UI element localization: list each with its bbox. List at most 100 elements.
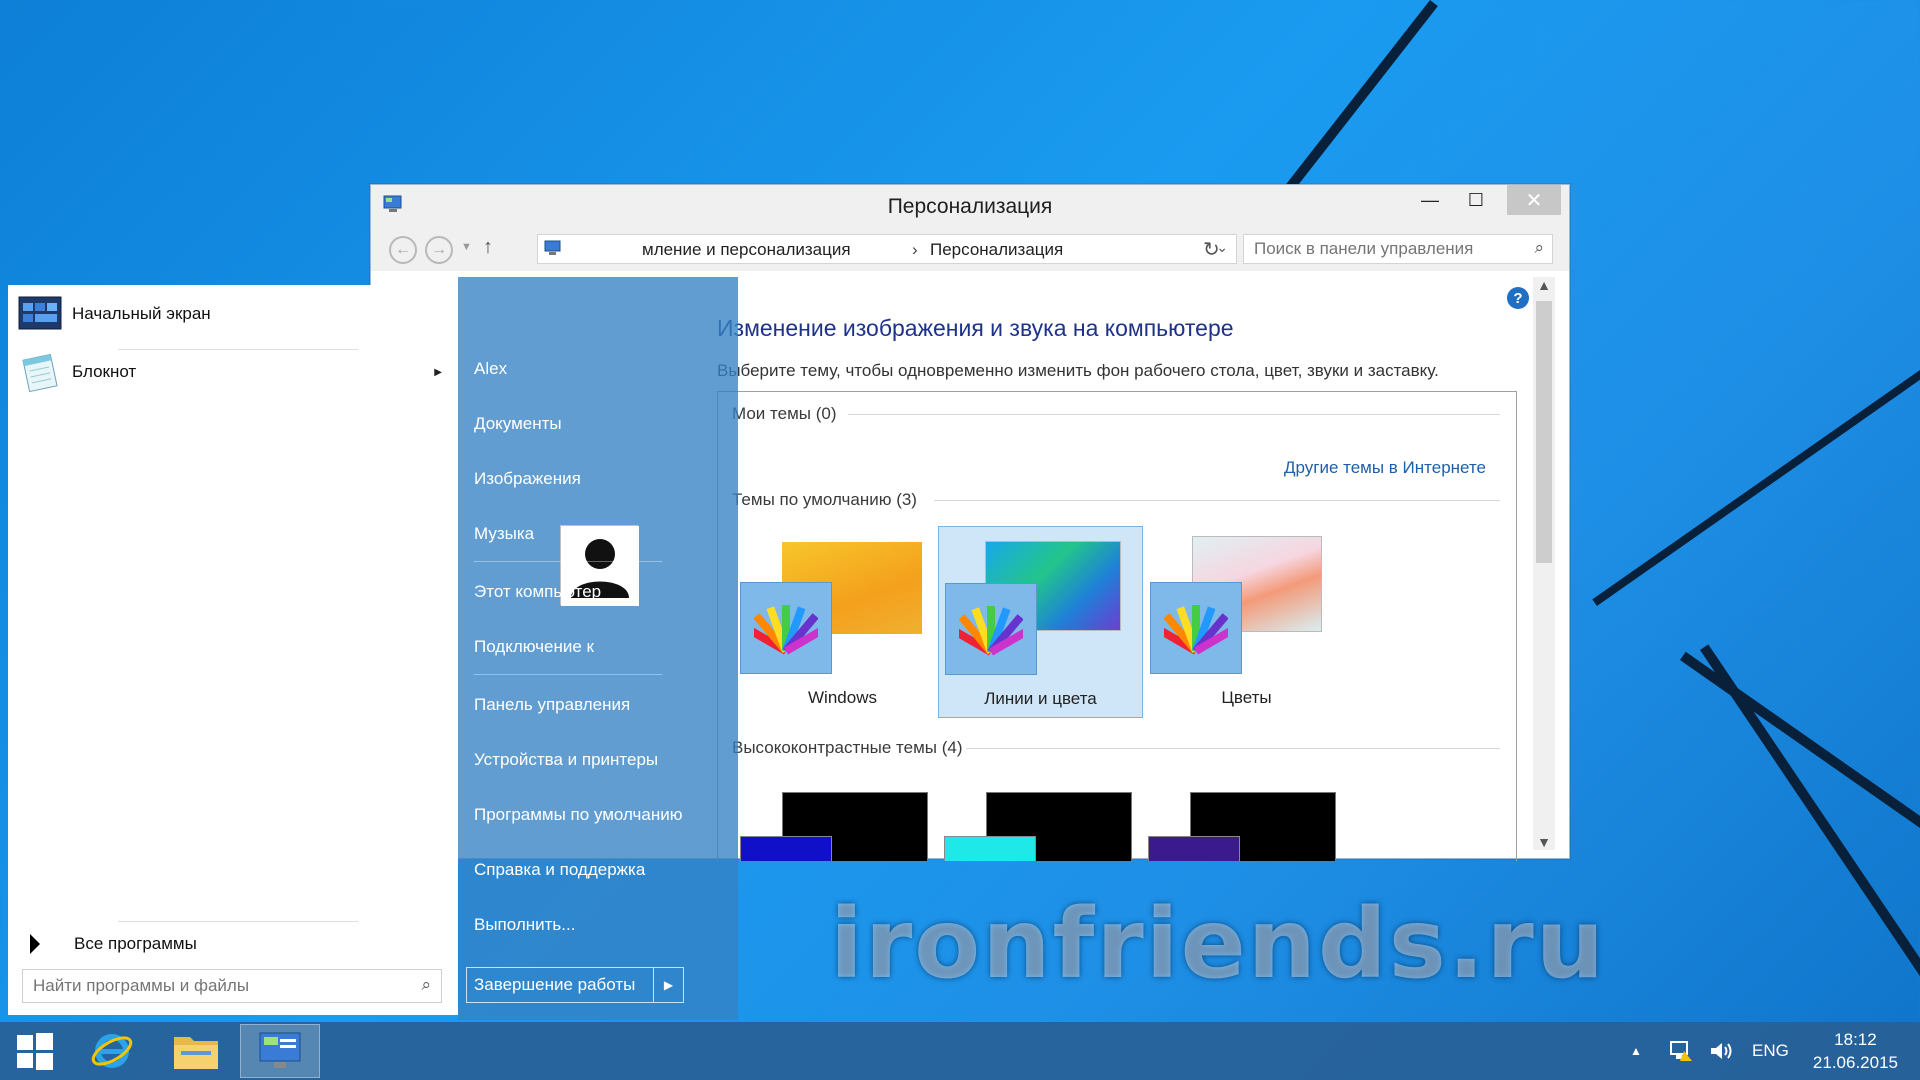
start-item-start-screen[interactable]: Начальный экран <box>12 289 448 339</box>
breadcrumb-separator-icon[interactable]: › <box>912 240 918 260</box>
start-item-notepad[interactable]: Блокнот ▶ <box>12 347 448 397</box>
all-programs-label: Все программы <box>74 934 197 953</box>
divider <box>474 561 662 562</box>
language-indicator[interactable]: ENG <box>1752 1022 1789 1080</box>
high-contrast-header: Высококонтрастные темы (4) <box>732 738 963 757</box>
theme-high-contrast-3[interactable] <box>1148 792 1336 861</box>
theme-high-contrast-1[interactable] <box>740 792 928 861</box>
scroll-down-icon[interactable]: ▼ <box>1533 834 1555 850</box>
start-item-label: Блокнот <box>72 362 137 381</box>
color-swatch <box>1148 836 1240 861</box>
breadcrumb-appearance[interactable]: мление и персонализация <box>642 240 851 260</box>
navigation-bar: ← → ▼ ↑ мление и персонализация › Персон… <box>371 227 1569 271</box>
clock-time: 18:12 <box>1834 1030 1877 1049</box>
folder-icon <box>174 1037 218 1069</box>
control-panel-icon <box>259 1032 301 1068</box>
start-link-documents[interactable]: Документы <box>474 414 562 434</box>
volume-icon[interactable] <box>1708 1022 1734 1080</box>
start-link-help-support[interactable]: Справка и поддержка <box>474 860 645 880</box>
page-heading: Изменение изображения и звука на компьют… <box>717 315 1234 341</box>
up-arrow-icon[interactable]: ↑ <box>483 236 493 259</box>
notepad-icon <box>18 353 62 393</box>
start-link-connect-to[interactable]: Подключение к <box>474 637 594 657</box>
default-themes-header: Темы по умолчанию (3) <box>732 490 917 509</box>
search-icon[interactable]: ⌕ <box>1534 238 1544 258</box>
back-button[interactable]: ← <box>389 236 417 264</box>
search-icon[interactable]: ⌕ <box>421 975 431 995</box>
search-input[interactable] <box>1244 235 1514 263</box>
close-button[interactable]: ✕ <box>1507 185 1561 215</box>
network-icon[interactable] <box>1668 1022 1694 1080</box>
taskbar-control-panel[interactable] <box>240 1024 320 1078</box>
all-programs-button[interactable]: Все программы <box>22 929 197 959</box>
scroll-up-icon[interactable]: ▲ <box>1533 277 1555 293</box>
start-link-devices-printers[interactable]: Устройства и принтеры <box>474 750 658 770</box>
clock[interactable]: 18:12 21.06.2015 <box>1813 1028 1898 1074</box>
address-bar[interactable]: мление и персонализация › Персонализация… <box>537 234 1237 264</box>
theme-high-contrast-2[interactable] <box>944 792 1132 861</box>
start-link-this-pc[interactable]: Этот компьютер <box>474 582 601 602</box>
theme-flowers[interactable]: Цветы <box>1144 526 1349 718</box>
vertical-scrollbar[interactable]: ▲ ▼ <box>1533 277 1555 850</box>
color-palette-icon <box>1150 582 1242 674</box>
theme-windows[interactable]: Windows <box>740 526 945 718</box>
start-link-user[interactable]: Alex <box>474 359 507 379</box>
shutdown-label: Завершение работы <box>474 975 636 994</box>
color-swatch <box>740 836 832 861</box>
internet-explorer-icon <box>91 1034 133 1068</box>
color-palette-icon <box>945 583 1037 675</box>
start-link-control-panel[interactable]: Панель управления <box>474 695 630 715</box>
minimize-button[interactable]: — <box>1407 185 1453 215</box>
color-palette-icon <box>740 582 832 674</box>
divider <box>118 921 358 922</box>
title-bar[interactable]: Персонализация — ☐ ✕ <box>371 185 1569 227</box>
refresh-icon[interactable]: ↻ <box>1203 237 1220 262</box>
taskbar-internet-explorer[interactable] <box>76 1024 148 1078</box>
show-hidden-icons-button[interactable]: ▲ <box>1630 1022 1642 1080</box>
shutdown-options-arrow-icon[interactable]: ▶ <box>653 968 683 1002</box>
chevron-up-icon: ▲ <box>1630 1044 1642 1058</box>
scroll-thumb[interactable] <box>1536 301 1552 563</box>
taskbar: ▲ ENG 18:12 21.06.2015 <box>0 1022 1920 1080</box>
themes-list: Мои темы (0) Другие темы в Интернете Тем… <box>717 391 1517 861</box>
taskbar-file-explorer[interactable] <box>160 1024 232 1078</box>
breadcrumb-personalization[interactable]: Персонализация <box>930 240 1063 260</box>
more-themes-link[interactable]: Другие темы в Интернете <box>1284 458 1486 478</box>
help-icon[interactable]: ? <box>1507 287 1529 309</box>
start-link-default-programs[interactable]: Программы по умолчанию <box>474 805 683 825</box>
my-themes-header: Мои темы (0) <box>732 404 837 423</box>
divider <box>934 500 1500 501</box>
desktop-wallpaper-line <box>1592 370 1920 606</box>
watermark: ironfriends.ru <box>830 888 1607 1000</box>
shutdown-button[interactable]: Завершение работы ▶ <box>466 967 684 1003</box>
page-description: Выберите тему, чтобы одновременно измени… <box>717 361 1439 380</box>
theme-label: Цветы <box>1221 688 1272 707</box>
control-panel-icon <box>544 240 562 261</box>
start-menu-programs: Начальный экран Блокнот ▶ Все программы … <box>8 285 458 1015</box>
start-item-label: Начальный экран <box>72 304 211 323</box>
theme-label: Windows <box>808 688 877 707</box>
theme-label: Линии и цвета <box>984 689 1097 708</box>
start-menu: Начальный экран Блокнот ▶ Все программы … <box>0 277 738 1020</box>
control-panel-search[interactable]: ⌕ <box>1243 234 1553 264</box>
expand-arrow-icon <box>30 934 40 954</box>
divider <box>474 674 662 675</box>
start-search-input[interactable] <box>23 970 393 1002</box>
start-button[interactable] <box>0 1024 70 1078</box>
start-link-pictures[interactable]: Изображения <box>474 469 581 489</box>
start-link-music[interactable]: Музыка <box>474 524 534 544</box>
maximize-button[interactable]: ☐ <box>1453 185 1499 215</box>
desktop-wallpaper-line <box>1680 651 1920 850</box>
windows-logo-icon <box>17 1033 53 1070</box>
start-link-run[interactable]: Выполнить... <box>474 915 575 935</box>
forward-button[interactable]: → <box>425 236 453 264</box>
submenu-arrow-icon[interactable]: ▶ <box>434 367 442 378</box>
window-title: Персонализация <box>887 195 1053 218</box>
recent-locations-chevron-icon[interactable]: ▼ <box>461 241 472 253</box>
color-swatch <box>944 836 1036 861</box>
start-screen-icon <box>18 295 62 333</box>
divider <box>848 414 1500 415</box>
start-search-box[interactable]: ⌕ <box>22 969 442 1003</box>
divider <box>966 748 1500 749</box>
theme-lines-and-colors[interactable]: Линии и цвета <box>938 526 1143 718</box>
